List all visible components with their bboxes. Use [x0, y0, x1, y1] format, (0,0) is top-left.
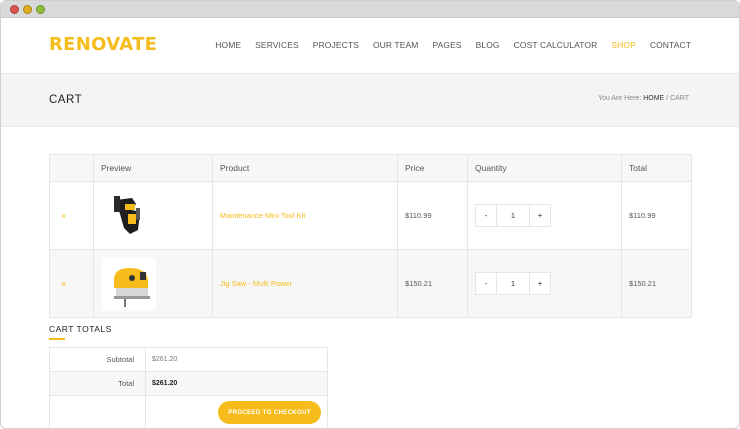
total-label: Total — [49, 371, 146, 396]
cart-table: Preview Product Price Quantity Total × M… — [49, 154, 692, 318]
quantity-stepper: - 1 + — [475, 204, 551, 227]
subtotal-row: Subtotal $261.20 — [49, 347, 328, 372]
subtotal-label: Subtotal — [49, 347, 146, 372]
minimize-window-icon[interactable] — [23, 5, 32, 14]
subtotal-value: $261.20 — [145, 347, 328, 372]
nav-item-home[interactable]: HOME — [215, 40, 241, 50]
quantity-input[interactable]: 1 — [497, 279, 529, 288]
quantity-decrease-button[interactable]: - — [476, 205, 497, 226]
page-title: CART — [49, 94, 83, 106]
product-link[interactable]: Maintenance Mini Tool Kit — [220, 211, 305, 220]
nav-item-contact[interactable]: CONTACT — [650, 40, 691, 50]
nav-item-blog[interactable]: BLOG — [476, 40, 500, 50]
remove-item-button[interactable]: × — [57, 211, 66, 221]
product-price: $110.99 — [397, 181, 468, 250]
line-total: $150.21 — [621, 249, 692, 318]
quantity-decrease-button[interactable]: - — [476, 273, 497, 294]
remove-item-button[interactable]: × — [57, 279, 66, 289]
total-value: $261.20 — [145, 371, 328, 396]
jigsaw-icon[interactable] — [102, 257, 156, 310]
quantity-input[interactable]: 1 — [497, 211, 529, 220]
proceed-to-checkout-button[interactable]: PROCEED TO CHECKOUT — [218, 401, 321, 424]
col-price: Price — [397, 154, 468, 182]
line-total: $110.99 — [621, 181, 692, 250]
breadcrumb-prefix: You Are Here: — [597, 95, 644, 102]
quantity-increase-button[interactable]: + — [529, 273, 550, 294]
nav-item-shop[interactable]: SHOP — [611, 40, 636, 50]
cart-table-header: Preview Product Price Quantity Total — [49, 154, 692, 182]
total-row: Total $261.20 — [49, 371, 328, 396]
site-logo[interactable]: RENOVATE — [49, 34, 157, 55]
page-title-band: CART You Are Here: HOME / CART — [1, 74, 739, 127]
main-nav: HOME SERVICES PROJECTS OUR TEAM PAGES BL… — [215, 40, 691, 50]
col-remove — [49, 154, 94, 182]
window-titlebar — [1, 1, 739, 18]
product-price: $150.21 — [397, 249, 468, 318]
close-window-icon[interactable] — [10, 5, 19, 14]
col-product: Product — [212, 154, 398, 182]
nav-item-services[interactable]: SERVICES — [255, 40, 299, 50]
nav-item-cost-calculator[interactable]: COST CALCULATOR — [514, 40, 598, 50]
nav-item-pages[interactable]: PAGES — [432, 40, 461, 50]
cart-row: × Jig Saw - Multi Power $150.21 - 1 + $1… — [49, 249, 692, 318]
nav-item-projects[interactable]: PROJECTS — [313, 40, 359, 50]
quantity-stepper: - 1 + — [475, 272, 551, 295]
cart-row: × Maintenance Mini Tool Kit $110.99 - 1 … — [49, 181, 692, 250]
breadcrumb: You Are Here: HOME / CART — [598, 95, 689, 102]
cart-totals-title: CART TOTALS — [49, 324, 112, 334]
breadcrumb-home-link[interactable]: HOME — [643, 95, 664, 102]
col-quantity: Quantity — [467, 154, 622, 182]
col-total: Total — [621, 154, 692, 182]
cart-totals-underline — [49, 338, 65, 340]
browser-window: RENOVATE HOME SERVICES PROJECTS OUR TEAM… — [0, 0, 740, 429]
col-preview: Preview — [93, 154, 213, 182]
maximize-window-icon[interactable] — [36, 5, 45, 14]
product-link[interactable]: Jig Saw - Multi Power — [220, 279, 292, 288]
tool-belt-icon[interactable] — [102, 189, 156, 242]
quantity-increase-button[interactable]: + — [529, 205, 550, 226]
breadcrumb-current: CART — [670, 95, 689, 102]
site-header: RENOVATE HOME SERVICES PROJECTS OUR TEAM… — [1, 18, 739, 74]
nav-item-our-team[interactable]: OUR TEAM — [373, 40, 419, 50]
